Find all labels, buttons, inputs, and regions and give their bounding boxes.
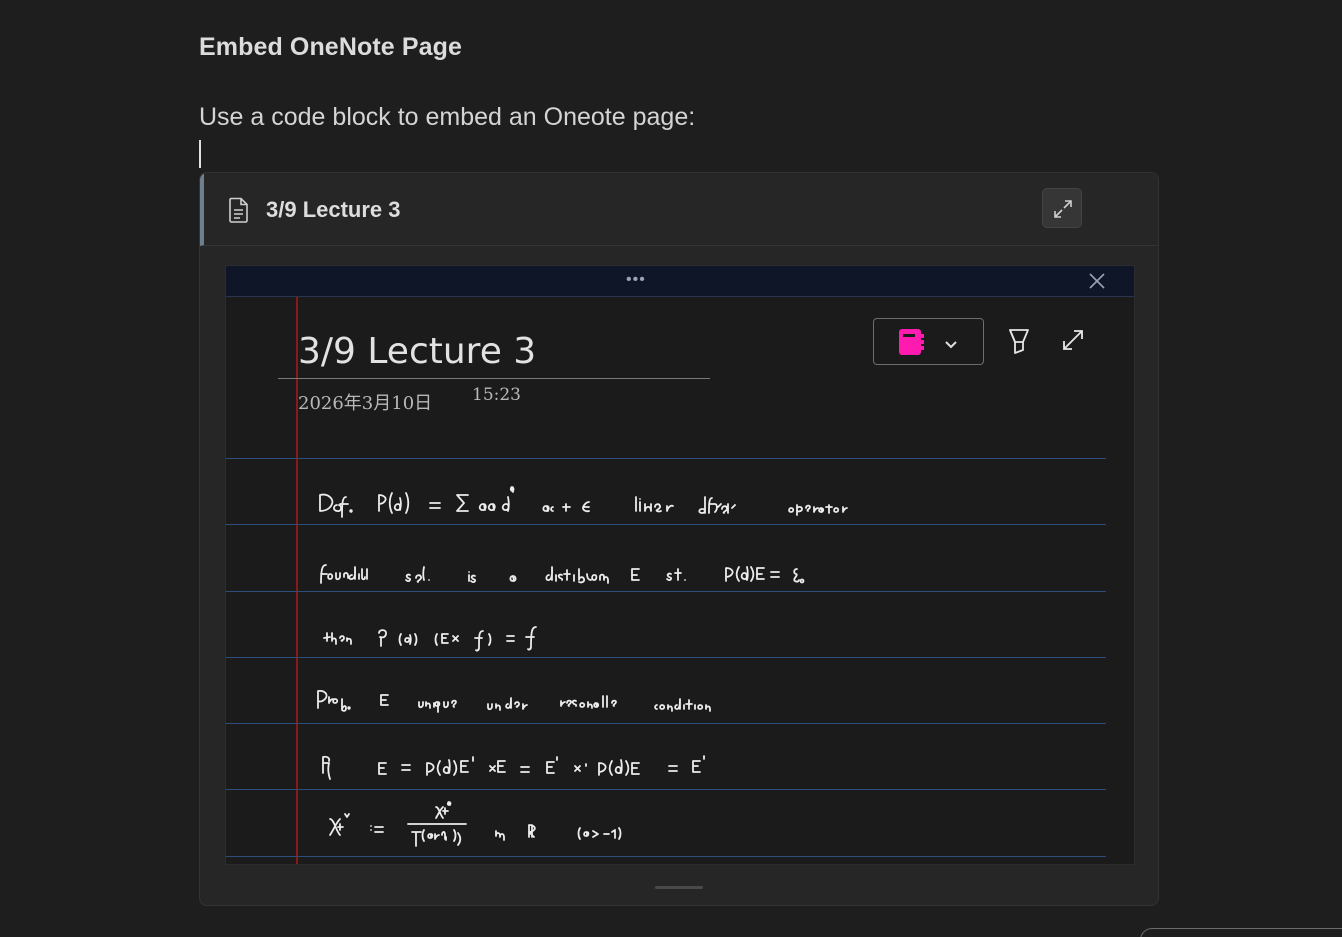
text-caret xyxy=(199,140,201,168)
ink-line-3 xyxy=(323,626,537,652)
section-heading: Embed OneNote Page xyxy=(199,33,462,61)
onenote-embed-block: 3/9 Lecture 3 ••• 3/9 Lecture 3 2026年3月1… xyxy=(199,172,1159,906)
drag-handle-dots[interactable]: ••• xyxy=(626,271,646,289)
ink-line-4 xyxy=(317,689,711,713)
ink-line-2 xyxy=(320,564,805,584)
ink-line-1 xyxy=(319,486,848,518)
ink-line-6 xyxy=(329,801,622,847)
document-icon xyxy=(228,197,250,223)
floating-panel-edge xyxy=(1140,928,1342,937)
resize-handle[interactable] xyxy=(655,886,703,889)
handwriting-ink xyxy=(317,486,848,847)
onenote-viewer: ••• 3/9 Lecture 3 2026年3月10日 15:23 xyxy=(225,265,1135,865)
embed-header: 3/9 Lecture 3 xyxy=(200,173,1158,246)
viewer-titlebar[interactable]: ••• xyxy=(226,266,1134,297)
intro-paragraph[interactable]: Use a code block to embed an Oneote page… xyxy=(199,103,695,132)
ink-line-5 xyxy=(322,755,705,780)
expand-button[interactable] xyxy=(1042,188,1082,228)
embed-title: 3/9 Lecture 3 xyxy=(266,197,401,222)
close-icon[interactable] xyxy=(1088,272,1106,295)
note-editor: Embed OneNote Page Use a code block to e… xyxy=(0,0,1342,937)
note-canvas[interactable]: 3/9 Lecture 3 2026年3月10日 15:23 xyxy=(226,297,1134,864)
